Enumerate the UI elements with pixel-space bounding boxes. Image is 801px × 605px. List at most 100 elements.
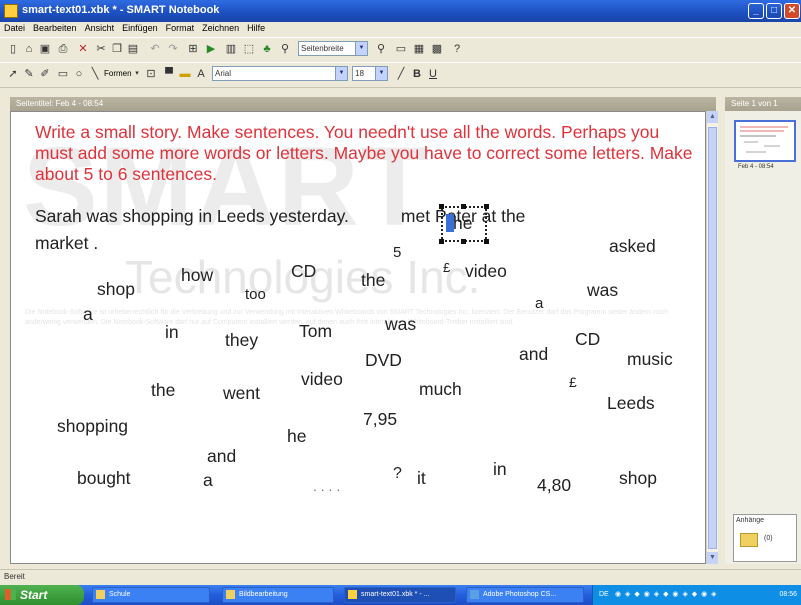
underline-button[interactable]: U — [426, 67, 440, 81]
word-tile[interactable]: he — [287, 426, 306, 447]
creative-pen-icon[interactable]: ✐ — [38, 67, 52, 81]
redo-icon[interactable]: ↷ — [166, 42, 180, 56]
clock[interactable]: 08:56 — [779, 585, 797, 605]
menu-file[interactable]: Datei — [0, 22, 29, 33]
word-tile[interactable]: shop — [619, 468, 657, 489]
word-tile[interactable]: music — [627, 349, 673, 370]
word-tile[interactable]: Tom — [299, 321, 332, 342]
highlighter-icon[interactable]: ▬ — [178, 67, 192, 81]
word-tile[interactable]: shopping — [57, 416, 128, 437]
word-tile[interactable]: ? — [393, 465, 402, 483]
text-color-icon[interactable]: A — [194, 67, 208, 81]
menu-edit[interactable]: Bearbeiten — [29, 22, 81, 33]
word-tile[interactable]: £ — [569, 374, 577, 390]
word-tile[interactable]: shop — [97, 279, 135, 300]
word-tile[interactable]: the — [151, 380, 175, 401]
copy-icon[interactable]: ❐ — [110, 42, 124, 56]
word-tile[interactable]: went — [223, 383, 260, 404]
eraser-icon[interactable]: ▭ — [56, 67, 70, 81]
gallery-icon[interactable]: ♣ — [260, 42, 274, 56]
selected-word-box[interactable]: he — [439, 204, 489, 244]
delete-icon[interactable]: ✕ — [76, 42, 90, 56]
language-indicator[interactable]: DE — [599, 585, 609, 605]
text-box-icon[interactable]: ⊡ — [144, 67, 158, 81]
zoom-select[interactable]: Seitenbreite ▼ — [298, 41, 368, 56]
word-tile[interactable]: video — [301, 369, 343, 390]
shapes-menu[interactable]: Formen — [104, 69, 132, 78]
word-tile[interactable]: the — [361, 270, 385, 291]
menu-view[interactable]: Ansicht — [81, 22, 119, 33]
sentence-line-2[interactable]: market . — [35, 233, 98, 254]
word-tile[interactable]: DVD — [365, 350, 402, 371]
word-tile[interactable]: in — [165, 322, 179, 343]
word-tile[interactable]: and — [519, 344, 548, 365]
word-tile[interactable]: 5 — [393, 244, 401, 261]
chevron-down-icon[interactable]: ▾ — [130, 67, 144, 81]
new-file-icon[interactable]: ▯ — [6, 42, 20, 56]
taskbar-item[interactable]: Schule — [92, 587, 210, 603]
line-icon[interactable]: ╲ — [88, 67, 102, 81]
page-thumbnail[interactable] — [734, 120, 796, 162]
taskbar-item[interactable]: Adobe Photoshop CS... — [466, 587, 584, 603]
dual-page-icon[interactable]: ▦ — [412, 42, 426, 56]
taskbar-item-active[interactable]: smart-text01.xbk * - ... — [344, 587, 456, 603]
word-tile[interactable]: bought — [77, 468, 131, 489]
attachments-panel[interactable]: Anhänge (0) — [733, 514, 797, 562]
word-tile[interactable]: too — [245, 286, 266, 303]
scroll-down-icon[interactable]: ▼ — [707, 552, 718, 564]
word-tile[interactable]: . . . . — [313, 478, 340, 494]
word-tile[interactable]: and — [207, 446, 236, 467]
cut-icon[interactable]: ✂ — [94, 42, 108, 56]
word-tile[interactable]: 7,95 — [363, 409, 397, 430]
scroll-up-icon[interactable]: ▲ — [707, 111, 718, 123]
screen-shade-icon[interactable]: ▥ — [224, 42, 238, 56]
fullscreen-icon[interactable]: ▭ — [394, 42, 408, 56]
resize-handle[interactable] — [461, 239, 466, 244]
font-size-select[interactable]: 18 ▼ — [352, 66, 388, 81]
zoom-icon[interactable]: ⚲ — [278, 42, 292, 56]
fill-color-icon[interactable]: ▀ — [162, 67, 176, 81]
resize-handle[interactable] — [439, 204, 444, 209]
tray-icons[interactable]: ◉ ◈ ◆ ◉ ◈ ◆ ◉ ◈ ◆ ◉ ◈ — [615, 585, 718, 605]
undo-icon[interactable]: ↶ — [148, 42, 162, 56]
resize-handle[interactable] — [484, 239, 489, 244]
word-tile[interactable]: how — [181, 265, 213, 286]
word-tile[interactable]: in — [493, 459, 507, 480]
menu-format[interactable]: Format — [162, 22, 199, 33]
word-tile[interactable]: a — [83, 304, 93, 325]
resize-handle[interactable] — [484, 204, 489, 209]
word-tile[interactable]: CD — [575, 329, 600, 350]
instruction-text[interactable]: Write a small story. Make sentences. You… — [35, 122, 700, 185]
word-tile[interactable]: they — [225, 330, 258, 351]
circle-icon[interactable]: ○ — [72, 67, 86, 81]
font-name-select[interactable]: Arial ▼ — [212, 66, 348, 81]
bold-button[interactable]: B — [410, 67, 424, 81]
menu-insert[interactable]: Einfügen — [118, 22, 162, 33]
word-tile[interactable]: a — [535, 295, 543, 312]
whiteboard-canvas[interactable]: SMART Technologies Inc. Die Notebook-Sof… — [10, 111, 706, 564]
magnifier-icon[interactable]: ⚲ — [374, 42, 388, 56]
scrollbar-thumb[interactable] — [708, 127, 717, 549]
save-icon[interactable]: ▣ — [38, 42, 52, 56]
capture-icon[interactable]: ⬚ — [242, 42, 256, 56]
word-tile[interactable]: was — [587, 280, 618, 301]
word-tile[interactable]: £ — [443, 260, 450, 275]
window-title-bar[interactable]: smart-text01.xbk * - SMART Notebook _ □ … — [0, 0, 801, 22]
paste-icon[interactable]: ▤ — [126, 42, 140, 56]
next-page-icon[interactable]: ▶ — [204, 42, 218, 56]
resize-handle[interactable] — [439, 239, 444, 244]
word-tile[interactable]: video — [465, 261, 507, 282]
print-icon[interactable]: ⎙ — [56, 42, 70, 56]
help-icon[interactable]: ? — [450, 42, 464, 56]
word-tile[interactable]: 4,80 — [537, 475, 571, 496]
menu-help[interactable]: Hilfe — [243, 22, 269, 33]
word-tile[interactable]: it — [417, 468, 426, 489]
table-icon[interactable]: ▩ — [430, 42, 444, 56]
word-tile[interactable]: much — [419, 379, 462, 400]
open-folder-icon[interactable]: ⌂ — [22, 42, 36, 56]
insert-page-icon[interactable]: ⊞ — [186, 42, 200, 56]
word-tile[interactable]: was — [385, 314, 416, 335]
pen-icon[interactable]: ✎ — [22, 67, 36, 81]
canvas-scrollbar[interactable]: ▲ ▼ — [706, 111, 718, 564]
minimize-button[interactable]: _ — [748, 3, 764, 19]
